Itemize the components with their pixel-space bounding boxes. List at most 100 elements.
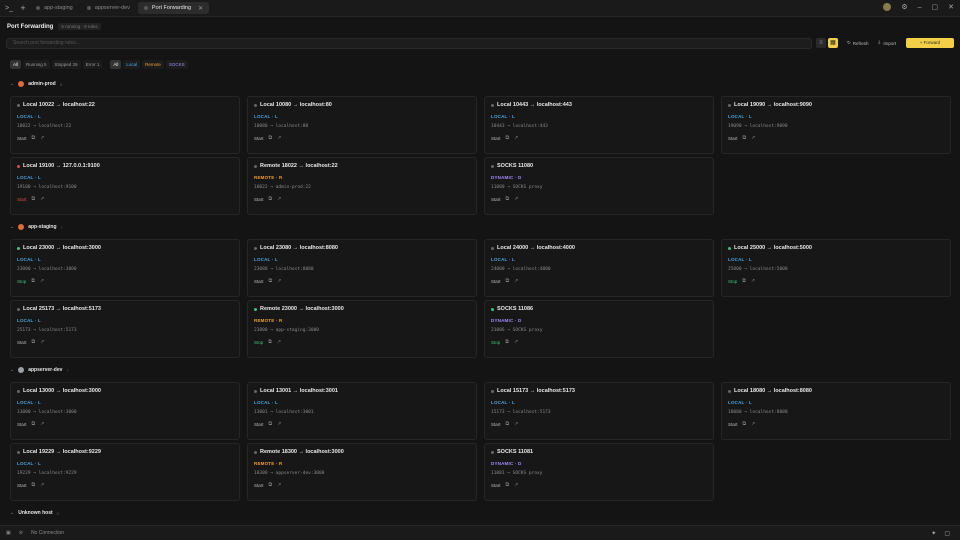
stop-button[interactable]: Stop (17, 279, 26, 284)
start-button[interactable]: Start (491, 422, 501, 427)
forward-rule-card[interactable]: Local 13000 → localhost:3000 LOCAL · L 130… (10, 382, 240, 440)
open-external-icon[interactable]: ↗ (40, 196, 44, 202)
copy-icon[interactable]: ⧉ (506, 135, 510, 141)
open-external-icon[interactable]: ↗ (277, 482, 281, 488)
copy-icon[interactable]: ⧉ (269, 135, 273, 141)
open-external-icon[interactable]: ↗ (277, 196, 281, 202)
start-button[interactable]: Start (254, 279, 264, 284)
open-external-icon[interactable]: ↗ (277, 135, 281, 141)
tab-port-forwarding[interactable]: Port Forwarding ✕ (137, 2, 210, 14)
forward-rule-card[interactable]: Local 24000 → localhost:4000 LOCAL · L 240… (484, 239, 714, 297)
copy-icon[interactable]: ⧉ (505, 339, 509, 345)
filter-status-stopped[interactable]: Stopped 26 (51, 60, 81, 69)
open-external-icon[interactable]: ↗ (751, 278, 755, 284)
avatar[interactable] (883, 3, 892, 11)
open-external-icon[interactable]: ↗ (277, 421, 281, 427)
open-external-icon[interactable]: ↗ (514, 421, 518, 427)
copy-icon[interactable]: ⧉ (506, 482, 510, 488)
forward-rule-card[interactable]: Local 19100 → 127.0.0.1:9100 LOCAL · L 191… (10, 157, 240, 215)
sidebar-toggle-icon[interactable]: ▣ (6, 530, 11, 536)
copy-icon[interactable]: ⧉ (31, 278, 35, 284)
copy-icon[interactable]: ⧉ (269, 196, 273, 202)
open-external-icon[interactable]: ↗ (514, 482, 518, 488)
group-header-admin-prod[interactable]: ⌄ admin-prod 8 (10, 79, 62, 89)
forward-rule-card[interactable]: Remote 18300 → localhost:3000 REMOTE · R 1… (247, 443, 477, 501)
copy-icon[interactable]: ⧉ (32, 421, 36, 427)
open-external-icon[interactable]: ↗ (40, 482, 44, 488)
open-external-icon[interactable]: ↗ (277, 339, 281, 345)
copy-icon[interactable]: ⧉ (743, 421, 747, 427)
forward-rule-card[interactable]: Local 15173 → localhost:5173 LOCAL · L 151… (484, 382, 714, 440)
close-window-icon[interactable]: ✕ (948, 3, 954, 11)
open-external-icon[interactable]: ↗ (514, 135, 518, 141)
refresh-button[interactable]: ↻ Refresh (847, 40, 869, 46)
forward-rule-card[interactable]: SOCKS 11080 DYNAMIC · D 11080 → SOCKS prox… (484, 157, 714, 215)
copy-icon[interactable]: ⧉ (743, 135, 747, 141)
copy-icon[interactable]: ⧉ (32, 196, 36, 202)
start-button[interactable]: Start (254, 422, 264, 427)
forward-rule-card[interactable]: Local 23080 → localhost:8080 LOCAL · L 230… (247, 239, 477, 297)
open-external-icon[interactable]: ↗ (277, 278, 281, 284)
forward-rule-card[interactable]: Local 19229 → localhost:9229 LOCAL · L 192… (10, 443, 240, 501)
start-button[interactable]: Start (254, 136, 264, 141)
minimize-icon[interactable]: – (918, 4, 922, 11)
filter-status-running[interactable]: Running 5 (23, 60, 50, 69)
start-button[interactable]: Start (491, 483, 501, 488)
copy-icon[interactable]: ⧉ (268, 339, 272, 345)
forward-rule-card[interactable]: Local 13001 → localhost:3001 LOCAL · L 130… (247, 382, 477, 440)
open-external-icon[interactable]: ↗ (40, 135, 44, 141)
copy-icon[interactable]: ⧉ (32, 482, 36, 488)
open-external-icon[interactable]: ↗ (514, 278, 518, 284)
filter-type-local[interactable]: Local (123, 60, 141, 69)
start-button[interactable]: Start (17, 483, 27, 488)
grid-view-icon[interactable]: ▦ (828, 38, 838, 48)
start-button[interactable]: Start (17, 340, 27, 345)
forward-rule-card[interactable]: Local 19090 → localhost:9090 LOCAL · L 190… (721, 96, 951, 154)
close-tab-icon[interactable]: ✕ (198, 5, 203, 12)
stop-button[interactable]: Stop (491, 340, 500, 345)
open-external-icon[interactable]: ↗ (40, 339, 44, 345)
panel-icon[interactable]: ▢ (944, 530, 950, 537)
new-tab-icon[interactable]: + (16, 3, 30, 13)
copy-icon[interactable]: ⧉ (506, 196, 510, 202)
forward-rule-card[interactable]: SOCKS 11081 DYNAMIC · D 11081 → SOCKS prox… (484, 443, 714, 501)
start-button[interactable]: Start (17, 422, 27, 427)
start-button[interactable]: Start (17, 136, 27, 141)
import-button[interactable]: ⇩ Import (878, 40, 897, 46)
start-button[interactable]: Start (254, 483, 264, 488)
stop-button[interactable]: Stop (728, 279, 737, 284)
search-input[interactable]: Search port forwarding rules... (6, 37, 812, 49)
open-external-icon[interactable]: ↗ (40, 278, 44, 284)
start-button[interactable]: Start (254, 197, 264, 202)
forward-rule-card[interactable]: SOCKS 11086 DYNAMIC · D 21086 → SOCKS prox… (484, 300, 714, 358)
copy-icon[interactable]: ⧉ (32, 339, 36, 345)
stop-button[interactable]: Stop (254, 340, 263, 345)
forward-rule-card[interactable]: Local 23000 → localhost:3000 LOCAL · L 230… (10, 239, 240, 297)
copy-icon[interactable]: ⧉ (269, 482, 273, 488)
new-forward-button[interactable]: + Forward (906, 38, 954, 48)
tab-app-staging[interactable]: app-staging (30, 2, 79, 14)
filter-type-socks[interactable]: SOCKS (165, 60, 188, 69)
forward-rule-card[interactable]: Remote 18022 → localhost:22 REMOTE · R 180… (247, 157, 477, 215)
copy-icon[interactable]: ⧉ (269, 421, 273, 427)
filter-type-remote[interactable]: Remote (142, 60, 164, 69)
open-external-icon[interactable]: ↗ (751, 135, 755, 141)
copy-icon[interactable]: ⧉ (506, 421, 510, 427)
open-external-icon[interactable]: ↗ (751, 421, 755, 427)
copy-icon[interactable]: ⧉ (269, 278, 273, 284)
filter-status-all[interactable]: All (10, 60, 22, 69)
copy-icon[interactable]: ⧉ (506, 278, 510, 284)
copy-icon[interactable]: ⧉ (32, 135, 36, 141)
start-button[interactable]: Start (728, 422, 738, 427)
forward-rule-card[interactable]: Local 18080 → localhost:8080 LOCAL · L 180… (721, 382, 951, 440)
open-external-icon[interactable]: ↗ (40, 421, 44, 427)
forward-rule-card[interactable]: Local 10443 → localhost:443 LOCAL · L 1044… (484, 96, 714, 154)
filter-status-error[interactable]: Error 1 (82, 60, 103, 69)
start-button[interactable]: Start (491, 136, 501, 141)
start-button[interactable]: Start (491, 279, 501, 284)
forward-rule-card[interactable]: Local 25173 → localhost:5173 LOCAL · L 251… (10, 300, 240, 358)
start-button[interactable]: Start (17, 197, 27, 202)
forward-rule-card[interactable]: Local 10022 → localhost:22 LOCAL · L 10022… (10, 96, 240, 154)
copy-icon[interactable]: ⧉ (742, 278, 746, 284)
start-button[interactable]: Start (491, 197, 501, 202)
